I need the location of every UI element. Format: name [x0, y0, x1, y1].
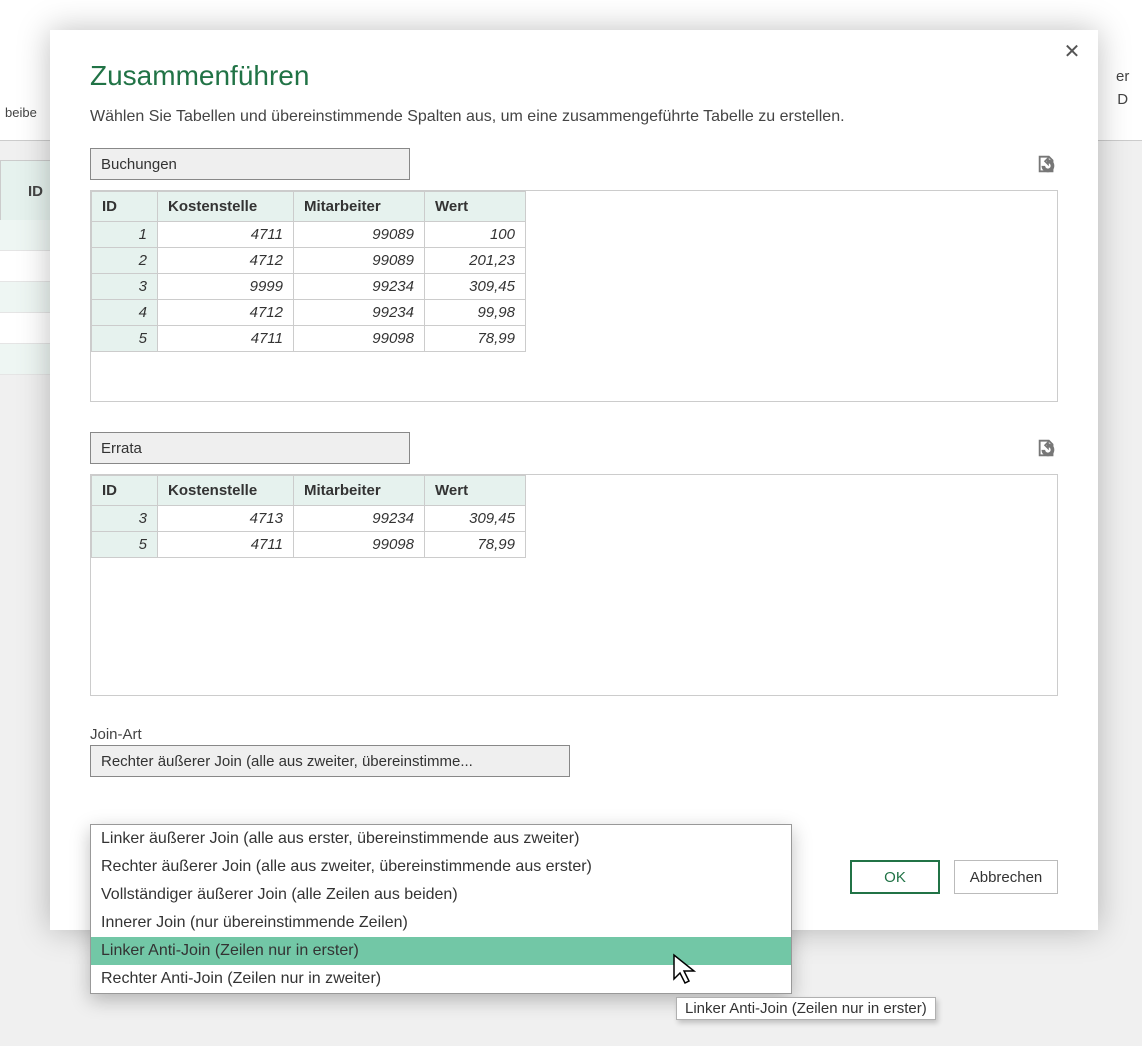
- table1-grid: ID Kostenstelle Mitarbeiter Wert 1471199…: [91, 191, 526, 352]
- bg-ribbon-label: beibe: [5, 105, 37, 120]
- col-wert[interactable]: Wert: [425, 476, 526, 506]
- bg-right-fragments: er D: [1116, 68, 1129, 114]
- join-type-label: Join-Art: [90, 726, 1058, 743]
- join-option[interactable]: Vollständiger äußerer Join (alle Zeilen …: [91, 881, 791, 909]
- col-mitarbeiter[interactable]: Mitarbeiter: [294, 192, 425, 222]
- bg-column-stripes: [0, 220, 50, 375]
- dialog-description: Wählen Sie Tabellen und übereinstimmende…: [90, 108, 1058, 126]
- join-option[interactable]: Rechter Anti-Join (Zeilen nur in zweiter…: [91, 965, 791, 993]
- table-row: 547119909878,99: [92, 326, 526, 352]
- col-id[interactable]: ID: [92, 192, 158, 222]
- col-wert[interactable]: Wert: [425, 192, 526, 222]
- col-mitarbeiter[interactable]: Mitarbeiter: [294, 476, 425, 506]
- col-kostenstelle[interactable]: Kostenstelle: [158, 192, 294, 222]
- table-row: 1471199089100: [92, 222, 526, 248]
- table2-select[interactable]: Errata: [90, 432, 410, 464]
- table-header-row: ID Kostenstelle Mitarbeiter Wert: [92, 192, 526, 222]
- cancel-button[interactable]: Abbrechen: [954, 860, 1058, 894]
- bg-right-fragment-0: er: [1116, 68, 1129, 85]
- ok-button[interactable]: OK: [850, 860, 940, 894]
- bg-column-header: ID: [0, 160, 52, 222]
- join-option[interactable]: Linker äußerer Join (alle aus erster, üb…: [91, 825, 791, 853]
- table-row: 3471399234309,45: [92, 506, 526, 532]
- table2-preview[interactable]: ID Kostenstelle Mitarbeiter Wert 3471399…: [90, 474, 1058, 696]
- bg-right-fragment-1: D: [1116, 91, 1129, 108]
- tooltip: Linker Anti-Join (Zeilen nur in erster): [676, 997, 936, 1020]
- col-kostenstelle[interactable]: Kostenstelle: [158, 476, 294, 506]
- col-id[interactable]: ID: [92, 476, 158, 506]
- join-type-select[interactable]: Rechter äußerer Join (alle aus zweiter, …: [90, 745, 570, 777]
- table1-select[interactable]: Buchungen: [90, 148, 410, 180]
- table-row: 447129923499,98: [92, 300, 526, 326]
- join-option[interactable]: Linker Anti-Join (Zeilen nur in erster): [91, 937, 791, 965]
- bg-column-header-text: ID: [28, 183, 43, 200]
- join-type-dropdown[interactable]: Linker äußerer Join (alle aus erster, üb…: [90, 824, 792, 994]
- close-icon[interactable]: ✕: [1060, 40, 1084, 64]
- table1-preview[interactable]: ID Kostenstelle Mitarbeiter Wert 1471199…: [90, 190, 1058, 402]
- refresh-icon[interactable]: [1036, 153, 1058, 175]
- table-header-row: ID Kostenstelle Mitarbeiter Wert: [92, 476, 526, 506]
- refresh-icon[interactable]: [1036, 437, 1058, 459]
- table-row: 2471299089201,23: [92, 248, 526, 274]
- table2-grid: ID Kostenstelle Mitarbeiter Wert 3471399…: [91, 475, 526, 558]
- join-option[interactable]: Rechter äußerer Join (alle aus zweiter, …: [91, 853, 791, 881]
- table-row: 3999999234309,45: [92, 274, 526, 300]
- dialog-title: Zusammenführen: [90, 60, 1058, 92]
- join-option[interactable]: Innerer Join (nur übereinstimmende Zeile…: [91, 909, 791, 937]
- table-row: 547119909878,99: [92, 532, 526, 558]
- merge-dialog: ✕ Zusammenführen Wählen Sie Tabellen und…: [50, 30, 1098, 930]
